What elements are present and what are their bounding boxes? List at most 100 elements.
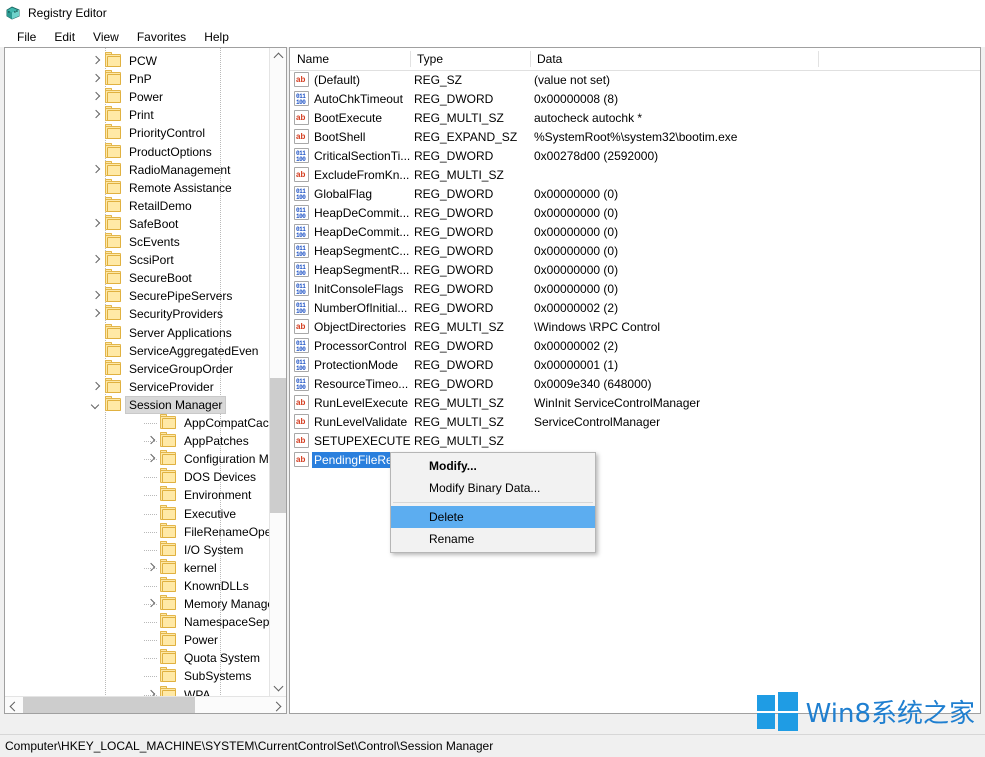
listview-body[interactable]: ab(Default)REG_SZ(value not set)011100Au…	[290, 70, 980, 469]
registry-value-row[interactable]: 011100HeapDeCommit...REG_DWORD0x00000000…	[290, 222, 980, 241]
registry-value-row[interactable]: 011100HeapSegmentR...REG_DWORD0x00000000…	[290, 260, 980, 279]
tree-item-serviceaggregatedeven[interactable]: ServiceAggregatedEven	[5, 342, 269, 360]
tree-item-session-manager[interactable]: Session Manager	[5, 396, 269, 414]
registry-value-row[interactable]: abRunLevelExecuteREG_MULTI_SZWinInit Ser…	[290, 393, 980, 412]
column-header-data[interactable]: Data	[530, 48, 818, 70]
tree-item-retaildemo[interactable]: RetailDemo	[5, 197, 269, 215]
chevron-right-icon[interactable]	[89, 215, 105, 233]
tree-item-safeboot[interactable]: SafeBoot	[5, 215, 269, 233]
chevron-right-icon[interactable]	[89, 88, 105, 106]
registry-value-row[interactable]: 011100AutoChkTimeoutREG_DWORD0x00000008 …	[290, 89, 980, 108]
tree-item-prioritycontrol[interactable]: PriorityControl	[5, 124, 269, 142]
tree-item-securityproviders[interactable]: SecurityProviders	[5, 305, 269, 323]
menu-item-favorites[interactable]: Favorites	[128, 28, 195, 46]
context-menu-item-modify-binary-data[interactable]: Modify Binary Data...	[391, 477, 595, 499]
tree-horizontal-scrollbar[interactable]	[5, 696, 286, 713]
tree-item-secureboot[interactable]: SecureBoot	[5, 269, 269, 287]
tree-item-print[interactable]: Print	[5, 106, 269, 124]
column-divider[interactable]	[818, 51, 819, 67]
tree-item-radiomanagement[interactable]: RadioManagement	[5, 161, 269, 179]
chevron-right-icon[interactable]	[89, 378, 105, 396]
value-data: (value not set)	[534, 73, 610, 87]
tree-item-subsystems[interactable]: SubSystems	[5, 667, 269, 685]
tree-item-knowndlls[interactable]: KnownDLLs	[5, 577, 269, 595]
registry-value-row[interactable]: ab(Default)REG_SZ(value not set)	[290, 70, 980, 89]
registry-value-row[interactable]: abSETUPEXECUTEREG_MULTI_SZ	[290, 431, 980, 450]
tree-scroll-right-button[interactable]	[269, 697, 286, 713]
tree-item-power[interactable]: Power	[5, 631, 269, 649]
tree-item-remote-assistance[interactable]: Remote Assistance	[5, 179, 269, 197]
chevron-right-icon[interactable]	[89, 161, 105, 179]
tree-item-namespaceseparatio[interactable]: NamespaceSeparatio	[5, 613, 269, 631]
context-menu[interactable]: Modify...Modify Binary Data... DeleteRena…	[390, 452, 596, 553]
listview-header[interactable]: NameTypeData	[290, 48, 980, 71]
registry-value-row[interactable]: 011100InitConsoleFlagsREG_DWORD0x0000000…	[290, 279, 980, 298]
tree-item-power[interactable]: Power	[5, 88, 269, 106]
column-header-type[interactable]: Type	[410, 48, 530, 70]
tree-item-productoptions[interactable]: ProductOptions	[5, 143, 269, 161]
tree-item-pnp[interactable]: PnP	[5, 70, 269, 88]
tree-scrollbar-thumb[interactable]	[270, 378, 286, 513]
registry-value-row[interactable]: 011100GlobalFlagREG_DWORD0x00000000 (0)	[290, 184, 980, 203]
registry-value-row[interactable]: 011100CriticalSectionTi...REG_DWORD0x002…	[290, 146, 980, 165]
tree-item-pcw[interactable]: PCW	[5, 52, 269, 70]
tree-item-environment[interactable]: Environment	[5, 486, 269, 504]
menu-item-help[interactable]: Help	[195, 28, 238, 46]
column-divider[interactable]	[410, 51, 411, 67]
tree-scroll-down-button[interactable]	[270, 679, 286, 696]
registry-value-row[interactable]: 011100ResourceTimeo...REG_DWORD0x0009e34…	[290, 374, 980, 393]
tree-item-filerenameoperatio[interactable]: FileRenameOperatio	[5, 523, 269, 541]
column-header-name[interactable]: Name	[290, 48, 410, 70]
tree-item-scsiport[interactable]: ScsiPort	[5, 251, 269, 269]
tree-item-appcompatcache[interactable]: AppCompatCache	[5, 414, 269, 432]
value-data: 0x00000001 (1)	[534, 358, 618, 372]
tree-item-memory-manageme[interactable]: Memory Manageme	[5, 595, 269, 613]
tree-item-kernel[interactable]: kernel	[5, 559, 269, 577]
tree-item-dos-devices[interactable]: DOS Devices	[5, 468, 269, 486]
value-name: ResourceTimeo...	[314, 377, 414, 391]
tree-item-configuration-mana[interactable]: Configuration Mana	[5, 450, 269, 468]
tree-item-executive[interactable]: Executive	[5, 505, 269, 523]
registry-value-row[interactable]: 011100ProcessorControlREG_DWORD0x0000000…	[290, 336, 980, 355]
registry-value-row[interactable]: 011100NumberOfInitial...REG_DWORD0x00000…	[290, 298, 980, 317]
tree-item-i-o-system[interactable]: I/O System	[5, 541, 269, 559]
context-menu-item-rename[interactable]: Rename	[391, 528, 595, 550]
menu-item-view[interactable]: View	[84, 28, 128, 46]
column-divider[interactable]	[530, 51, 531, 67]
tree-item-scevents[interactable]: ScEvents	[5, 233, 269, 251]
context-menu-item-delete[interactable]: Delete	[391, 506, 595, 528]
registry-tree[interactable]: PCWPnPPowerPrintPriorityControlProductOp…	[5, 48, 269, 713]
menu-item-edit[interactable]: Edit	[45, 28, 84, 46]
tree-item-servicegrouporder[interactable]: ServiceGroupOrder	[5, 360, 269, 378]
tree-item-quota-system[interactable]: Quota System	[5, 649, 269, 667]
folder-icon	[160, 561, 177, 575]
tree-item-serviceprovider[interactable]: ServiceProvider	[5, 378, 269, 396]
registry-values-pane[interactable]: NameTypeData ab(Default)REG_SZ(value not…	[289, 47, 981, 714]
chevron-right-icon[interactable]	[89, 305, 105, 323]
tree-item-apppatches[interactable]: AppPatches	[5, 432, 269, 450]
registry-value-row[interactable]: abObjectDirectoriesREG_MULTI_SZ\Windows …	[290, 317, 980, 336]
registry-value-row[interactable]: abBootExecuteREG_MULTI_SZautocheck autoc…	[290, 108, 980, 127]
registry-value-row[interactable]: abRunLevelValidateREG_MULTI_SZServiceCon…	[290, 412, 980, 431]
value-data: WinInit ServiceControlManager	[534, 396, 700, 410]
registry-value-row[interactable]: 011100HeapDeCommit...REG_DWORD0x00000000…	[290, 203, 980, 222]
registry-tree-pane[interactable]: PCWPnPPowerPrintPriorityControlProductOp…	[4, 47, 287, 714]
tree-item-server-applications[interactable]: Server Applications	[5, 324, 269, 342]
registry-value-row[interactable]: 011100HeapSegmentC...REG_DWORD0x00000000…	[290, 241, 980, 260]
chevron-right-icon[interactable]	[89, 70, 105, 88]
context-menu-item-modify[interactable]: Modify...	[391, 455, 595, 477]
tree-hscrollbar-thumb[interactable]	[23, 697, 195, 713]
tree-item-securepipeservers[interactable]: SecurePipeServers	[5, 287, 269, 305]
tree-scroll-left-button[interactable]	[5, 697, 22, 713]
chevron-right-icon[interactable]	[89, 52, 105, 70]
registry-value-row[interactable]: abExcludeFromKn...REG_MULTI_SZ	[290, 165, 980, 184]
registry-value-row[interactable]: 011100ProtectionModeREG_DWORD0x00000001 …	[290, 355, 980, 374]
chevron-right-icon[interactable]	[89, 251, 105, 269]
menu-item-file[interactable]: File	[8, 28, 45, 46]
registry-value-row[interactable]: abBootShellREG_EXPAND_SZ%SystemRoot%\sys…	[290, 127, 980, 146]
chevron-down-icon[interactable]	[89, 396, 105, 414]
chevron-right-icon[interactable]	[89, 287, 105, 305]
chevron-right-icon[interactable]	[89, 106, 105, 124]
tree-scroll-up-button[interactable]	[270, 48, 286, 65]
tree-vertical-scrollbar[interactable]	[269, 48, 286, 696]
